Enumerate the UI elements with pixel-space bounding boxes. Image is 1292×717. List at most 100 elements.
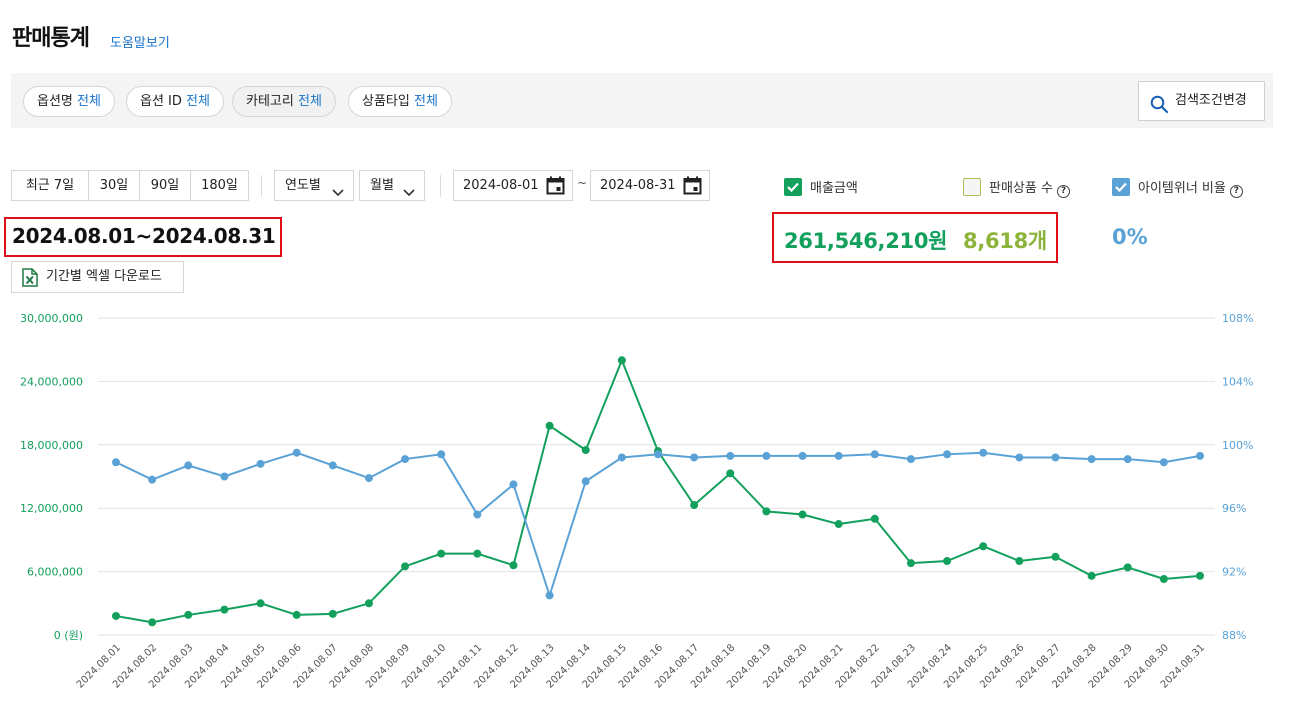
monthly-dropdown[interactable]: 월별 <box>359 170 425 201</box>
chevron-down-icon <box>403 180 415 209</box>
sales-data-point <box>1196 571 1204 580</box>
filter-chip-option-id[interactable]: 옵션 ID 전체 <box>126 86 224 117</box>
sales-data-point <box>834 520 843 529</box>
item-winner-ratio-checkbox[interactable]: 아이템위너 비율? <box>1112 177 1243 198</box>
period-7d-button[interactable]: 최근 7일 <box>12 171 89 200</box>
ratio-data-point <box>328 461 337 470</box>
sales-data-point <box>690 501 699 510</box>
help-link[interactable]: 도움말보기 <box>110 32 170 51</box>
period-30d-button[interactable]: 30일 <box>89 171 140 200</box>
filter-chip-value: 전체 <box>297 94 322 109</box>
filter-chip-option-name[interactable]: 옵션명 전체 <box>23 86 115 117</box>
ratio-data-point <box>292 448 301 457</box>
ratio-data-point <box>943 450 952 459</box>
checkbox-checked-icon <box>1112 178 1130 196</box>
summary-winner-ratio: 0% <box>1112 225 1148 249</box>
sales-data-point <box>979 542 988 551</box>
ratio-data-point <box>834 451 843 460</box>
sales-amount-label: 매출금액 <box>810 181 858 196</box>
left-axis-tick-label: 18,000,000 <box>20 439 83 452</box>
filter-chip-value: 전체 <box>413 94 438 109</box>
filter-chip-label: 카테고리 <box>246 94 294 109</box>
left-axis-tick-label: 12,000,000 <box>20 502 83 515</box>
sales-data-point <box>473 549 482 558</box>
divider <box>440 175 441 197</box>
sales-data-point <box>1087 571 1096 580</box>
ratio-data-point <box>690 453 699 462</box>
ratio-data-point <box>979 448 988 457</box>
ratio-data-point <box>870 450 879 459</box>
sales-data-point <box>1015 557 1024 566</box>
start-date-input[interactable]: 2024-08-01 <box>453 170 573 201</box>
left-axis-tick-label: 6,000,000 <box>27 566 83 579</box>
end-date-input[interactable]: 2024-08-31 <box>590 170 710 201</box>
filter-bar: 옵션명 전체 옵션 ID 전체 카테고리 전체 상품타입 전체 검색조건변경 <box>11 73 1273 128</box>
sales-data-point <box>256 599 265 608</box>
filter-chip-value: 전체 <box>77 94 101 109</box>
ratio-data-point <box>112 458 120 467</box>
help-icon[interactable]: ? <box>1056 185 1070 198</box>
ratio-data-point <box>654 450 662 459</box>
calendar-icon[interactable] <box>683 176 702 206</box>
sales-data-point <box>364 599 373 608</box>
left-axis-tick-label: 30,000,000 <box>20 312 83 325</box>
ratio-data-point <box>798 451 807 460</box>
right-axis-tick-label: 108% <box>1222 312 1253 325</box>
ratio-data-point <box>726 451 735 460</box>
summary-date-range: 2024.08.01~2024.08.31 <box>12 224 276 248</box>
filter-chip-label: 옵션 ID <box>140 94 182 109</box>
checkbox-unchecked-icon <box>963 178 981 196</box>
ratio-data-point <box>1196 451 1204 460</box>
items-sold-checkbox[interactable]: 판매상품 수? <box>963 177 1070 198</box>
period-180d-button[interactable]: 180일 <box>191 171 248 200</box>
items-sold-label: 판매상품 수 <box>989 181 1053 196</box>
sales-data-point <box>328 609 337 618</box>
ratio-data-point <box>1087 455 1096 464</box>
sales-data-point <box>870 514 879 523</box>
summary-sales-total: 261,546,210원 <box>784 229 948 253</box>
sales-data-point <box>1051 552 1060 561</box>
sales-data-point <box>184 610 193 619</box>
ratio-data-point <box>545 591 554 600</box>
period-90d-button[interactable]: 90일 <box>140 171 191 200</box>
sales-data-point <box>798 510 807 519</box>
calendar-icon[interactable] <box>546 176 565 206</box>
yearly-dropdown[interactable]: 연도별 <box>274 170 354 201</box>
yearly-dropdown-label: 연도별 <box>285 178 321 193</box>
filter-chip-label: 옵션명 <box>37 94 73 109</box>
ratio-data-point <box>184 461 193 470</box>
ratio-data-point <box>220 472 229 481</box>
filter-chip-value: 전체 <box>186 94 210 109</box>
filter-chip-product-type[interactable]: 상품타입 전체 <box>348 86 452 117</box>
ratio-data-point <box>1015 453 1024 462</box>
ratio-data-point <box>437 450 446 459</box>
ratio-data-point <box>762 451 771 460</box>
ratio-data-point <box>1123 455 1132 464</box>
ratio-data-point <box>617 453 626 462</box>
excel-download-label: 기간별 엑셀 다운로드 <box>46 269 162 284</box>
sales-data-point <box>545 421 554 430</box>
search-icon <box>1150 92 1169 130</box>
excel-download-button[interactable]: 기간별 엑셀 다운로드 <box>11 261 184 293</box>
ratio-data-point <box>906 455 915 464</box>
period-selector: 최근 7일 30일 90일 180일 <box>11 170 249 201</box>
sales-data-point <box>906 559 915 568</box>
sales-data-point <box>943 557 952 566</box>
sales-data-point <box>437 549 446 558</box>
filter-chip-category[interactable]: 카테고리 전체 <box>232 86 336 117</box>
sales-data-point <box>401 562 410 571</box>
sales-data-point <box>617 356 626 365</box>
sales-data-point <box>220 605 229 614</box>
ratio-data-point <box>256 459 265 468</box>
right-axis-tick-label: 96% <box>1222 502 1246 515</box>
sales-amount-checkbox[interactable]: 매출금액 <box>784 177 858 196</box>
sales-data-point <box>112 611 120 620</box>
left-axis-tick-label: 0 (원) <box>54 629 83 642</box>
sales-data-point <box>581 446 590 455</box>
filter-chip-label: 상품타입 <box>362 94 410 109</box>
ratio-series-line <box>115 451 1201 599</box>
right-axis-tick-label: 92% <box>1222 566 1246 579</box>
sales-data-point <box>1123 563 1132 572</box>
search-condition-button[interactable]: 검색조건변경 <box>1138 81 1265 121</box>
help-icon[interactable]: ? <box>1229 185 1243 198</box>
